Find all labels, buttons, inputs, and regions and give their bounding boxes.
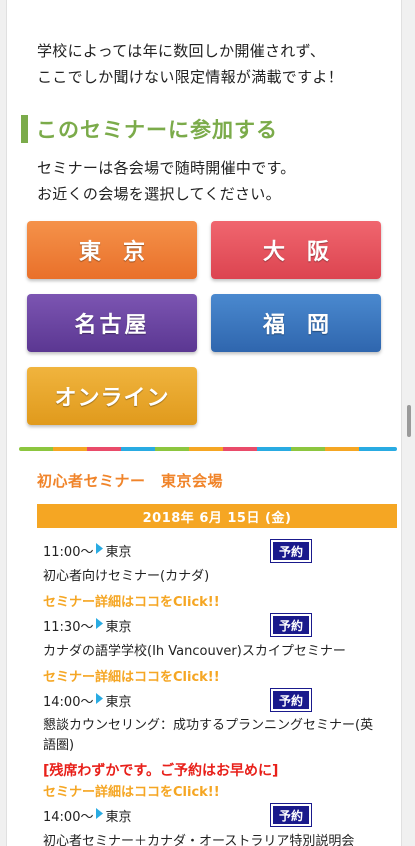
seats-alert: [残席わずかです。ご予約はお早めに] [43, 763, 279, 779]
heading-title: このセミナーに参加する [36, 118, 278, 142]
seminar-date-bar: 2018年 6月 15日 (金) [37, 504, 397, 528]
event-time: 14:00〜 [43, 695, 94, 710]
venue-label-nagoya: 名古屋 [74, 313, 150, 338]
reserve-button[interactable]: 予約 [270, 803, 312, 827]
seminar-detail-link[interactable]: セミナー詳細はココをClick!! [43, 666, 220, 685]
venue-button-online[interactable]: オンライン [27, 367, 197, 425]
venue-lead-text: セミナーは各会場で随時開催中です。 お近くの会場を選択してください。 [37, 155, 397, 207]
lead-line-2: お近くの会場を選択してください。 [37, 185, 281, 203]
event-time: 11:30〜 [43, 620, 94, 635]
reserve-label: 予約 [278, 618, 303, 633]
intro-line-2: ここでしか聞けない限定情報が満載ですよ！ [37, 68, 344, 86]
reserve-label: 予約 [278, 693, 303, 708]
venue-button-osaka[interactable]: 大阪 [211, 221, 381, 279]
event-name: 初心者向けセミナー(カナダ) [43, 569, 210, 584]
event-time: 14:00〜 [43, 810, 94, 825]
seminar-detail-link[interactable]: セミナー詳細はココをClick!! [43, 781, 220, 800]
heading-accent-bar [21, 115, 28, 143]
reserve-label: 予約 [278, 808, 303, 823]
reserve-label: 予約 [278, 544, 303, 559]
venue-label-tokyo: 東京 [78, 240, 167, 265]
venue-label-fukuoka: 福岡 [262, 313, 351, 338]
seminar-title: 初心者セミナー 東京会場 [37, 472, 224, 490]
event-name: 懇談カウンセリング：成功するプランニングセミナー(英 語圏) [43, 716, 383, 756]
intro-text: 学校によっては年に数回しか開催されず、 ここでしか聞けない限定情報が満載ですよ！ [37, 38, 397, 90]
reserve-button[interactable]: 予約 [270, 613, 312, 637]
lead-line-1: セミナーは各会場で随時開催中です。 [37, 159, 296, 177]
event-place: 東京 [105, 620, 132, 635]
event-name-line-1: 懇談カウンセリング：成功するプランニングセミナー(英 [43, 718, 374, 733]
reserve-button[interactable]: 予約 [270, 539, 312, 563]
venue-label-osaka: 大阪 [262, 240, 351, 265]
event-time-row: 11:00〜 東京 [43, 541, 131, 560]
event-place: 東京 [105, 545, 132, 560]
event-time: 11:00〜 [43, 545, 94, 560]
venue-button-nagoya[interactable]: 名古屋 [27, 294, 197, 352]
location-arrow-icon [96, 808, 104, 819]
event-place: 東京 [105, 810, 132, 825]
venue-button-fukuoka[interactable]: 福岡 [211, 294, 381, 352]
event-name: 初心者セミナー＋カナダ・オーストラリア特別説明会 [43, 834, 355, 846]
event-time-row: 11:30〜 東京 [43, 616, 131, 635]
seminar-detail-link[interactable]: セミナー詳細はココをClick!! [43, 591, 220, 610]
color-stripe-divider [19, 447, 397, 451]
event-name: カナダの語学学校(Ih Vancouver)スカイプセミナー [43, 644, 346, 659]
intro-line-1: 学校によっては年に数回しか開催されず、 [37, 42, 326, 60]
event-time-row: 14:00〜 東京 [43, 691, 131, 710]
reserve-button[interactable]: 予約 [270, 688, 312, 712]
event-time-row: 14:00〜 東京 [43, 806, 131, 825]
event-place: 東京 [105, 695, 132, 710]
venue-label-online: オンライン [54, 386, 170, 411]
venue-button-tokyo[interactable]: 東京 [27, 221, 197, 279]
page-content: 学校によっては年に数回しか開催されず、 ここでしか聞けない限定情報が満載ですよ！… [6, 0, 402, 846]
scrollbar-thumb[interactable] [407, 405, 411, 437]
location-arrow-icon [96, 543, 104, 554]
section-heading: このセミナーに参加する [21, 115, 391, 143]
event-name-line-2: 語圏) [43, 738, 75, 753]
location-arrow-icon [96, 618, 104, 629]
location-arrow-icon [96, 693, 104, 704]
